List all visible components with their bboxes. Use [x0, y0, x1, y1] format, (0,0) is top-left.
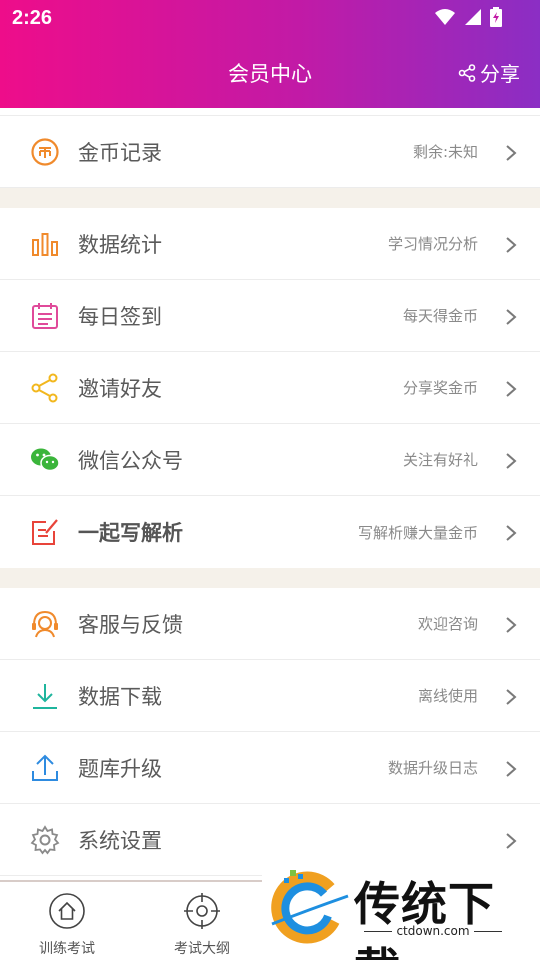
menu-item-hint: 写解析赚大量金币: [357, 523, 478, 542]
share-label: 分享: [480, 62, 520, 86]
menu-item-label: 一起写解析: [78, 521, 183, 545]
chevron-right-icon: [506, 309, 517, 325]
chevron-right-icon: [506, 237, 517, 253]
status-time: 2:26: [12, 7, 53, 29]
member-menu: 金币记录 剩余:未知 数据统计 学习情况分析 每日签到 每天得金币 邀请好友 分…: [0, 108, 540, 880]
watermark-overlay: 传统下载 ctdown.com: [262, 858, 540, 960]
chevron-right-icon: [506, 833, 517, 849]
group-separator: [0, 188, 540, 208]
watermark-title: 传统下载: [354, 877, 495, 960]
menu-item-invite-friends[interactable]: 邀请好友 分享奖金币: [0, 352, 540, 424]
signal-icon: [465, 9, 481, 25]
menu-item-hint: 剩余:未知: [412, 143, 478, 161]
chevron-right-icon: [506, 761, 517, 777]
home-icon: [49, 893, 85, 929]
headset-icon: [32, 610, 58, 638]
menu-item-label: 数据下载: [78, 684, 162, 709]
group-separator: [0, 568, 540, 588]
app-header: 2:26 会员中心 分享: [0, 0, 540, 108]
chevron-right-icon: [506, 689, 517, 705]
menu-item-label: 系统设置: [78, 828, 162, 853]
tab-label: 考试大纲: [174, 941, 230, 957]
wifi-icon: [435, 9, 455, 25]
menu-item-question-bank-upgrade[interactable]: 题库升级 数据升级日志: [0, 732, 540, 804]
menu-item-wechat-official[interactable]: 微信公众号 关注有好礼: [0, 424, 540, 496]
share-button[interactable]: 分享: [458, 58, 520, 87]
menu-item-hint: 每天得金币: [402, 307, 478, 325]
menu-item-label: 邀请好友: [78, 376, 162, 401]
watermark-url: ctdown.com: [358, 924, 508, 938]
edit-note-icon: [32, 519, 58, 545]
tab-training-exam[interactable]: 训练考试: [12, 892, 122, 958]
target-icon: [184, 893, 220, 929]
menu-item-daily-checkin[interactable]: 每日签到 每天得金币: [0, 280, 540, 352]
wechat-icon: [31, 448, 60, 472]
tab-exam-outline[interactable]: 考试大纲: [147, 892, 257, 958]
menu-item-label: 客服与反馈: [78, 612, 183, 637]
gear-icon: [30, 825, 60, 855]
menu-item-write-analysis[interactable]: 一起写解析 写解析赚大量金币: [0, 496, 540, 568]
menu-item-label: 每日签到: [78, 304, 162, 329]
menu-item-label: 微信公众号: [78, 448, 183, 473]
list-top-edge: [0, 108, 540, 116]
chevron-right-icon: [506, 453, 517, 469]
chevron-right-icon: [506, 617, 517, 633]
menu-item-hint: 关注有好礼: [402, 451, 478, 469]
menu-item-label: 数据统计: [78, 232, 162, 257]
menu-item-label: 金币记录: [78, 140, 162, 165]
menu-item-data-stats[interactable]: 数据统计 学习情况分析: [0, 208, 540, 280]
menu-item-hint: 数据升级日志: [387, 759, 478, 777]
menu-item-coin-records[interactable]: 金币记录 剩余:未知: [0, 116, 540, 188]
share-nodes-icon: [31, 373, 58, 403]
chevron-right-icon: [506, 145, 517, 161]
menu-item-hint: 学习情况分析: [387, 235, 478, 253]
bar-chart-icon: [32, 233, 58, 256]
menu-item-data-download[interactable]: 数据下载 离线使用: [0, 660, 540, 732]
watermark-logo-icon: [271, 870, 349, 944]
battery-icon: [490, 7, 502, 27]
menu-item-hint: 分享奖金币: [402, 379, 478, 397]
upload-icon: [32, 754, 58, 781]
tab-label: 训练考试: [39, 941, 95, 957]
menu-item-customer-service[interactable]: 客服与反馈 欢迎咨询: [0, 588, 540, 660]
coin-icon: [31, 138, 59, 166]
calendar-icon: [32, 303, 58, 329]
menu-item-hint: 离线使用: [417, 687, 478, 705]
chevron-right-icon: [506, 525, 517, 541]
status-icons: [434, 7, 502, 27]
menu-item-label: 题库升级: [78, 756, 162, 781]
menu-item-hint: 欢迎咨询: [417, 615, 478, 633]
chevron-right-icon: [506, 381, 517, 397]
share-icon: [458, 63, 476, 82]
download-icon: [33, 684, 57, 709]
